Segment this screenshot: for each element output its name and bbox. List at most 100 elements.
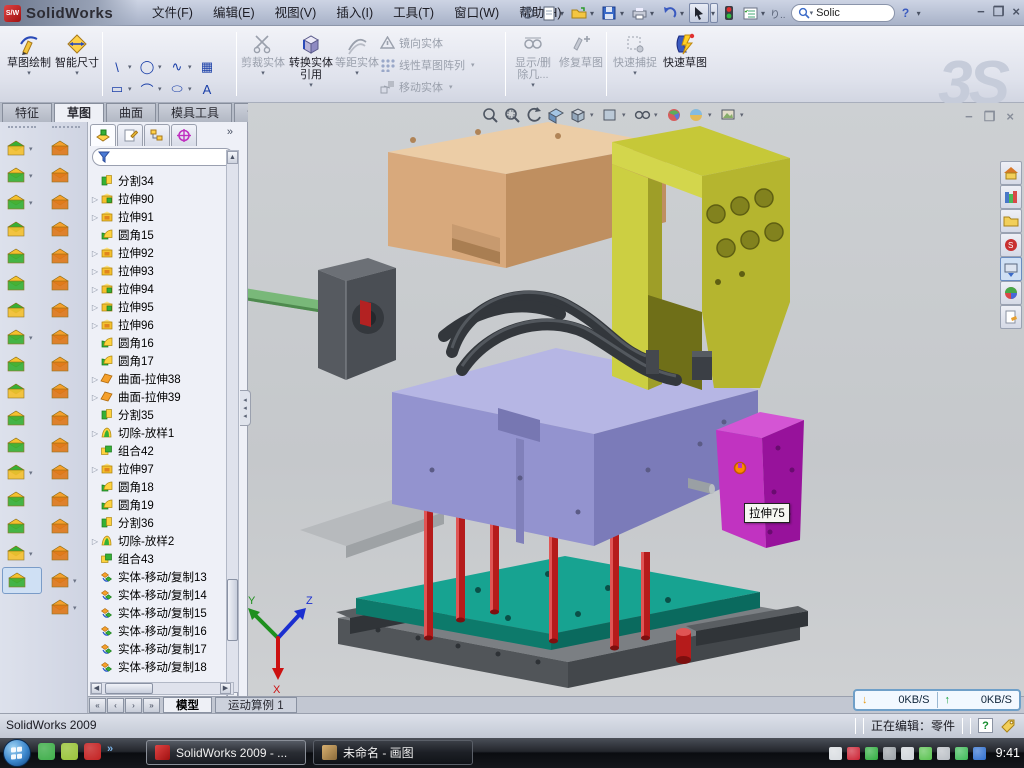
taskbar-button-paint[interactable]: 未命名 - 画图 [313, 740, 473, 765]
first-tab-button[interactable]: « [89, 698, 106, 713]
replace-face-button[interactable] [46, 432, 86, 459]
tree-item[interactable]: 分割34 [90, 172, 234, 190]
tree-item[interactable]: 实体-移动/复制14 [90, 586, 234, 604]
apply-scene-icon[interactable] [686, 105, 705, 124]
offset-entities-button[interactable]: 等距实体▾ [334, 29, 380, 99]
tree-item[interactable]: ▷拉伸97 [90, 460, 234, 478]
hide-show-items-icon[interactable] [632, 105, 651, 124]
tree-item[interactable]: ▷曲面-拉伸39 [90, 388, 234, 406]
help-dropdown[interactable]: ▾ [917, 9, 925, 18]
scroll-up-button[interactable]: ▲ [227, 151, 238, 164]
custom-properties-tab[interactable] [1000, 305, 1022, 329]
rectangle-dropdown[interactable]: ▾ [128, 85, 136, 93]
expand-arrow[interactable]: ▷ [90, 213, 100, 222]
tree-item[interactable]: 分割35 [90, 406, 234, 424]
trim-entities-button[interactable]: 剪裁实体▾ [240, 29, 286, 99]
tree-item[interactable]: ▷曲面-拉伸38 [90, 370, 234, 388]
motion-study-tab[interactable]: 运动算例 1 [215, 697, 297, 713]
linear-sketch-pattern-button[interactable]: 线性草图阵列▾ [380, 54, 475, 76]
extruded-boss-button[interactable]: ▾ [2, 135, 42, 162]
pin-icon[interactable] [518, 3, 538, 23]
tag-icon[interactable] [1000, 718, 1016, 734]
options-dropdown[interactable]: ▾ [761, 9, 769, 18]
tree-vertical-scrollbar[interactable]: ▲ ▼ [226, 150, 239, 706]
reference-point-button[interactable]: ▾ [2, 459, 42, 486]
reference-plane-button[interactable] [2, 486, 42, 513]
sketch-button[interactable]: 草图绘制▾ [6, 29, 52, 99]
section-view-icon[interactable] [546, 105, 565, 124]
swept-boss-button[interactable] [2, 216, 42, 243]
tree-item[interactable]: 实体-移动/复制13 [90, 568, 234, 586]
messenger-icon[interactable] [38, 743, 55, 760]
hide-show-items-dropdown[interactable]: ▾ [654, 111, 661, 119]
tree-item[interactable]: 圆角15 [90, 226, 234, 244]
print-icon[interactable] [629, 3, 649, 23]
tab-dimxpertmanager[interactable] [171, 124, 197, 146]
appearances-scenes-tab[interactable] [1000, 281, 1022, 305]
overflow-chevron-icon[interactable]: » [107, 743, 119, 760]
scroll-left-button[interactable]: ◀ [91, 683, 102, 694]
tree-item[interactable]: ▷拉伸90 [90, 190, 234, 208]
move-face-button[interactable] [46, 486, 86, 513]
tree-item[interactable]: ▷拉伸91 [90, 208, 234, 226]
fillet-button[interactable]: ▾ [2, 189, 42, 216]
combine-button[interactable] [2, 405, 42, 432]
tree-item[interactable]: 分割36 [90, 514, 234, 532]
tree-item[interactable]: 圆角18 [90, 478, 234, 496]
expand-arrow[interactable]: ▷ [90, 429, 100, 438]
undo-icon[interactable] [659, 3, 679, 23]
viewport-3d[interactable]: Y Z X ▾▾▾▾▾ − ❐ × S 拉伸75 [248, 103, 1024, 696]
security-center-tray-icon[interactable] [865, 747, 878, 760]
select-dropdown[interactable]: ▾ [710, 3, 718, 23]
view-orientation-dropdown[interactable]: ▾ [590, 111, 597, 119]
search-box[interactable]: ▾ Solic [791, 4, 895, 22]
expand-arrow[interactable]: ▷ [90, 195, 100, 204]
tree-item[interactable]: 组合43 [90, 550, 234, 568]
doc-restore-button[interactable]: ❐ [984, 109, 996, 125]
battery-eco-tray-icon[interactable] [919, 747, 932, 760]
sync-blocked-tray-icon[interactable] [973, 747, 986, 760]
expand-arrow[interactable]: ▷ [90, 537, 100, 546]
media-player-icon[interactable] [61, 743, 78, 760]
revolved-surface-button[interactable] [46, 162, 86, 189]
tree-item[interactable]: 实体-移动/复制18 [90, 658, 234, 676]
offset-surface-button[interactable] [46, 270, 86, 297]
tree-item[interactable]: 实体-移动/复制16 [90, 622, 234, 640]
display-delete-relations-button[interactable]: 显示/删除几...▾ [510, 29, 556, 99]
vertical-scroll-thumb[interactable] [227, 579, 238, 641]
edit-appearance-icon[interactable] [664, 105, 683, 124]
tree-item[interactable]: 实体-移动/复制15 [90, 604, 234, 622]
tree-item[interactable]: 圆角19 [90, 496, 234, 514]
planar-surface-button[interactable] [46, 297, 86, 324]
horizontal-scroll-thumb[interactable] [105, 683, 153, 694]
expand-arrow[interactable]: ▷ [90, 303, 100, 312]
spline-dropdown[interactable]: ▾ [188, 63, 196, 71]
panel-overflow-chevron[interactable]: » [227, 126, 233, 138]
minimize-button[interactable]: − [977, 3, 985, 21]
view-orientation-icon[interactable] [568, 105, 587, 124]
menu-0[interactable]: 文件(F) [142, 0, 203, 26]
curved-surface-button[interactable] [46, 378, 86, 405]
options-list-icon[interactable] [740, 3, 760, 23]
menu-5[interactable]: 窗口(W) [444, 0, 509, 26]
repair-sketch-button[interactable]: 修复草图 [558, 29, 604, 99]
tree-item[interactable]: 圆角17 [90, 352, 234, 370]
chamfer-button[interactable] [2, 270, 42, 297]
tree-item[interactable]: 实体-移动/复制17 [90, 640, 234, 658]
expand-arrow[interactable]: ▷ [90, 321, 100, 330]
ellipse-dropdown[interactable]: ▾ [188, 85, 196, 93]
input-method-tray-icon[interactable] [829, 747, 842, 760]
delete-face-button[interactable] [46, 405, 86, 432]
ellipse-icon[interactable]: ⬭ [166, 79, 188, 99]
split-body-button[interactable] [2, 378, 42, 405]
knit-surface-button[interactable] [46, 243, 86, 270]
spline-ref-button[interactable]: ▾ [46, 594, 86, 621]
new-document-icon[interactable] [539, 3, 559, 23]
solidworks-launcher-icon[interactable] [84, 743, 101, 760]
rectangle-icon[interactable]: ▭ [106, 79, 128, 99]
tab-configurationmanager[interactable] [144, 124, 170, 146]
mirror-entities-button[interactable]: 镜向实体 [380, 32, 475, 54]
tab-模具工具[interactable]: 模具工具 [158, 103, 232, 122]
tree-horizontal-scrollbar[interactable]: ◀ ▶ [90, 682, 234, 695]
start-button[interactable] [3, 739, 31, 767]
